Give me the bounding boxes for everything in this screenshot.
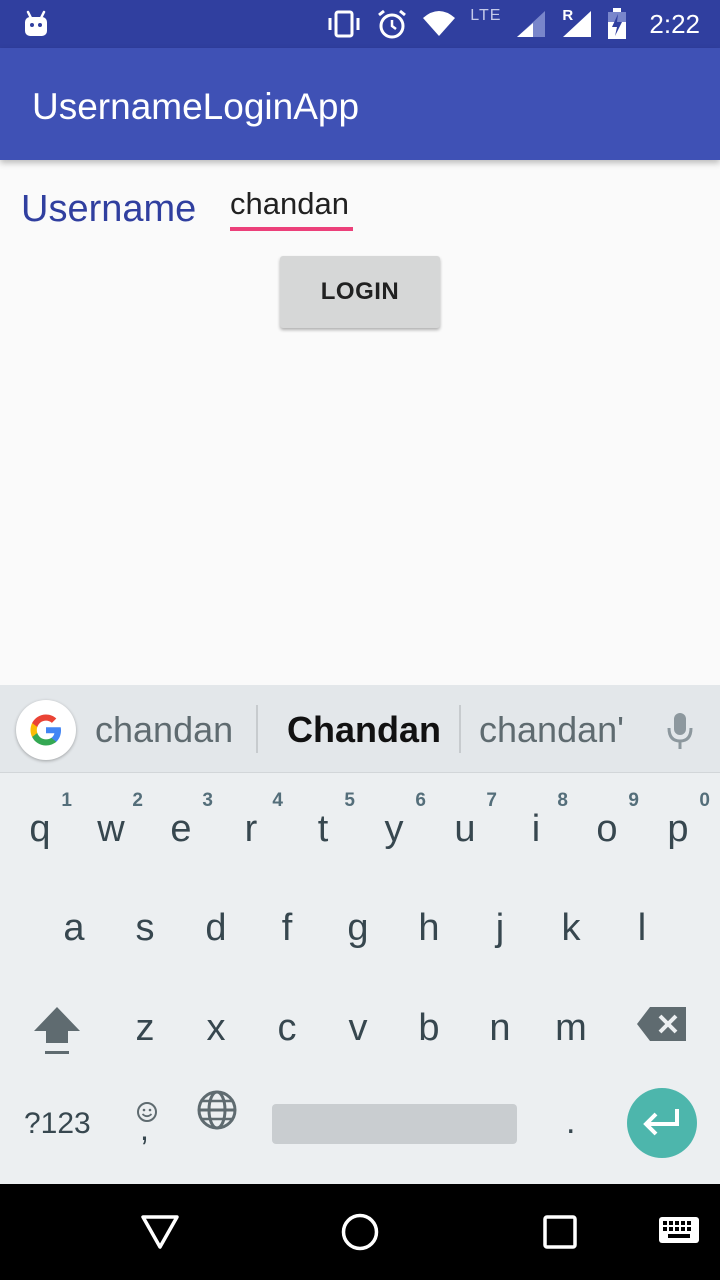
key-u[interactable]: u7 xyxy=(435,790,497,870)
symbols-key[interactable]: ?123 xyxy=(24,1107,91,1141)
key-i[interactable]: i8 xyxy=(506,790,568,870)
suggestion-bar: chandan Chandan chandan' xyxy=(0,685,720,773)
soft-keyboard: chandan Chandan chandan' q1 w2 e3 r4 t5 … xyxy=(0,685,720,1184)
login-form: Username chandan LOGIN xyxy=(0,160,720,685)
key-l[interactable]: l xyxy=(612,889,672,969)
signal-roaming-icon: R xyxy=(561,7,593,39)
navigation-bar xyxy=(0,1184,720,1280)
battery-charging-icon xyxy=(608,8,627,39)
roaming-label: R xyxy=(562,7,574,24)
android-debug-icon xyxy=(25,10,47,36)
wifi-icon xyxy=(423,11,456,36)
key-c[interactable]: c xyxy=(257,989,317,1069)
signal-icon xyxy=(517,11,546,37)
suggestion-divider xyxy=(459,705,461,753)
key-b[interactable]: b xyxy=(399,989,459,1069)
suggestion-item[interactable]: chandan xyxy=(95,709,233,751)
key-x[interactable]: x xyxy=(186,989,246,1069)
key-g[interactable]: g xyxy=(328,889,388,969)
space-key[interactable] xyxy=(272,1104,517,1144)
key-w[interactable]: w2 xyxy=(81,790,143,870)
suggestion-divider xyxy=(256,705,258,753)
period-key[interactable]: . xyxy=(566,1103,575,1142)
status-bar: LTE R 2:22 xyxy=(0,0,720,48)
clock-time: 2:22 xyxy=(649,8,700,39)
key-d[interactable]: d xyxy=(186,889,246,969)
username-input-underline xyxy=(230,227,353,231)
backspace-icon[interactable] xyxy=(636,1005,688,1043)
key-t[interactable]: t5 xyxy=(293,790,355,870)
login-button[interactable]: LOGIN xyxy=(280,256,440,328)
google-g-icon xyxy=(30,714,61,746)
mic-icon[interactable] xyxy=(666,712,694,750)
username-input-value: chandan xyxy=(230,186,349,221)
recents-icon[interactable] xyxy=(542,1214,578,1250)
key-n[interactable]: n xyxy=(470,989,530,1069)
key-s[interactable]: s xyxy=(115,889,175,969)
globe-icon[interactable] xyxy=(196,1089,238,1131)
vibrate-icon xyxy=(328,10,360,38)
key-a[interactable]: a xyxy=(44,889,104,969)
key-f[interactable]: f xyxy=(257,889,317,969)
key-p[interactable]: p0 xyxy=(648,790,710,870)
key-r[interactable]: r4 xyxy=(221,790,283,870)
enter-icon xyxy=(643,1109,679,1136)
suggestion-item[interactable]: chandan' xyxy=(479,709,624,751)
key-h[interactable]: h xyxy=(399,889,459,969)
key-e[interactable]: e3 xyxy=(151,790,213,870)
key-j[interactable]: j xyxy=(470,889,530,969)
enter-key[interactable] xyxy=(627,1088,697,1158)
username-label: Username xyxy=(21,188,197,230)
keyboard-switch-icon[interactable] xyxy=(658,1216,700,1246)
username-input[interactable]: chandan xyxy=(230,184,353,231)
key-o[interactable]: o9 xyxy=(577,790,639,870)
key-q[interactable]: q1 xyxy=(10,790,72,870)
key-k[interactable]: k xyxy=(541,889,601,969)
back-icon[interactable] xyxy=(140,1214,180,1250)
alarm-icon xyxy=(378,9,407,39)
comma-key[interactable]: , xyxy=(140,1111,149,1148)
key-y[interactable]: y6 xyxy=(364,790,427,870)
key-v[interactable]: v xyxy=(328,989,388,1069)
key-z[interactable]: z xyxy=(115,989,175,1069)
app-bar: UsernameLoginApp xyxy=(0,48,720,160)
home-icon[interactable] xyxy=(340,1212,380,1252)
network-type-label: LTE xyxy=(470,7,502,24)
app-title: UsernameLoginApp xyxy=(32,86,360,127)
shift-icon[interactable] xyxy=(32,1005,82,1057)
google-search-button[interactable] xyxy=(16,700,76,760)
key-m[interactable]: m xyxy=(541,989,601,1069)
suggestion-item[interactable]: Chandan xyxy=(287,709,441,751)
